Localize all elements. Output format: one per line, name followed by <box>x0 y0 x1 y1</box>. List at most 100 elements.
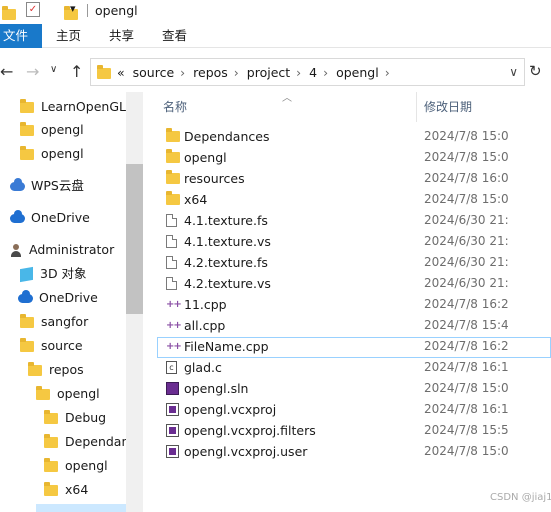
folder-icon <box>20 98 34 113</box>
sidebar-selected-item[interactable] <box>36 504 126 512</box>
tab-file[interactable]: 文件 <box>0 24 42 48</box>
list-item[interactable]: Dependances 2024/7/8 15:0 <box>157 127 551 148</box>
project-file-icon <box>166 445 179 458</box>
navigation-bar: ← → ∨ ↑ « source › repos › project › 4 › ope… <box>0 56 551 88</box>
folder-icon <box>44 481 58 496</box>
sidebar-item-opengl[interactable]: opengl <box>44 455 108 477</box>
solution-file-icon <box>166 382 179 395</box>
chevron-right-icon[interactable]: › <box>296 65 301 80</box>
list-item[interactable]: 4.2.texture.fs 2024/6/30 21: <box>157 253 551 274</box>
chevron-right-icon[interactable]: › <box>323 65 328 80</box>
c-file-icon: c <box>166 361 177 374</box>
refresh-icon[interactable]: ↻ <box>529 62 542 80</box>
quick-access-dropdown-icon[interactable]: ▾ <box>70 2 76 15</box>
sidebar-item-onedrive[interactable]: OneDrive <box>10 207 90 229</box>
list-item[interactable]: opengl.vcxproj.user 2024/7/8 15:0 <box>157 442 551 463</box>
sidebar-item-opengl[interactable]: opengl <box>36 383 100 405</box>
list-item[interactable]: resources 2024/7/8 16:0 <box>157 169 551 190</box>
address-bar[interactable]: « source › repos › project › 4 › opengl › ∨ <box>90 58 525 86</box>
project-file-icon <box>166 403 179 416</box>
project-file-icon <box>166 424 179 437</box>
ribbon: 文件 主页 共享 查看 <box>0 24 551 48</box>
tab-home[interactable]: 主页 <box>56 24 81 48</box>
file-icon <box>166 235 177 248</box>
window-title: opengl <box>95 3 138 18</box>
folder-icon <box>97 65 111 79</box>
breadcrumb-item-project[interactable]: project <box>247 65 290 80</box>
folder-icon <box>166 191 180 205</box>
file-icon <box>166 214 177 227</box>
cpp-file-icon: ++ <box>166 341 182 352</box>
title-separator <box>87 4 88 17</box>
back-icon[interactable]: ← <box>0 62 13 81</box>
breadcrumb-item-source[interactable]: source <box>133 65 175 80</box>
list-item[interactable]: x64 2024/7/8 15:0 <box>157 190 551 211</box>
folder-icon <box>36 385 50 400</box>
list-item[interactable]: ++ 11.cpp 2024/7/8 16:2 <box>157 295 551 316</box>
sidebar-item-x64[interactable]: x64 <box>44 479 88 501</box>
folder-icon <box>166 149 180 163</box>
sidebar-item-onedrive-2[interactable]: OneDrive <box>18 287 98 309</box>
navigation-pane[interactable]: LearnOpenGL-r opengl opengl WPS云盘 OneDri… <box>0 92 126 512</box>
sidebar-item-dependances[interactable]: Dependanc <box>44 431 126 453</box>
list-item[interactable]: opengl 2024/7/8 15:0 <box>157 148 551 169</box>
breadcrumb-item-4[interactable]: 4 <box>309 65 317 80</box>
forward-icon[interactable]: → <box>26 62 39 81</box>
folder-icon <box>2 5 16 20</box>
list-item[interactable]: 4.1.texture.fs 2024/6/30 21: <box>157 211 551 232</box>
tab-view[interactable]: 查看 <box>162 24 187 48</box>
folder-icon <box>44 433 58 448</box>
folder-icon <box>20 337 34 352</box>
column-divider[interactable] <box>416 92 417 122</box>
title-bar: ✓ ▾ opengl <box>0 0 551 22</box>
cpp-file-icon: ++ <box>166 320 182 331</box>
file-icon <box>166 277 177 290</box>
list-item-selected[interactable]: ++ FileName.cpp 2024/7/8 16:2 <box>157 337 551 358</box>
folder-icon <box>28 361 42 376</box>
list-item[interactable]: c glad.c 2024/7/8 16:1 <box>157 358 551 379</box>
properties-icon[interactable]: ✓ <box>26 2 40 17</box>
folder-icon <box>166 128 180 142</box>
column-header-date[interactable]: 修改日期 <box>424 92 472 122</box>
list-item[interactable]: ++ all.cpp 2024/7/8 15:4 <box>157 316 551 337</box>
sidebar-item-repos[interactable]: repos <box>28 359 84 381</box>
sidebar-item-3d-objects[interactable]: 3D 对象 <box>20 263 87 285</box>
list-item[interactable]: 4.2.texture.vs 2024/6/30 21: <box>157 274 551 295</box>
recent-locations-icon[interactable]: ∨ <box>50 64 57 75</box>
sidebar-item-opengl[interactable]: opengl <box>20 143 84 165</box>
tab-share[interactable]: 共享 <box>109 24 134 48</box>
chevron-right-icon[interactable]: › <box>180 65 185 80</box>
sidebar-item-wps-cloud[interactable]: WPS云盘 <box>10 175 84 197</box>
folder-icon <box>20 121 34 136</box>
breadcrumb: « source › repos › project › 4 › opengl › <box>117 65 394 80</box>
sidebar-item-opengl[interactable]: opengl <box>20 119 84 141</box>
list-item[interactable]: 4.1.texture.vs 2024/6/30 21: <box>157 232 551 253</box>
column-header-name[interactable]: 名称 <box>163 92 187 122</box>
chevron-right-icon[interactable]: › <box>234 65 239 80</box>
sidebar-item-debug[interactable]: Debug <box>44 407 106 429</box>
up-icon[interactable]: ↑ <box>70 62 83 81</box>
list-item[interactable]: opengl.vcxproj 2024/7/8 16:1 <box>157 400 551 421</box>
watermark: CSDN @jiaj1 <box>490 492 551 503</box>
user-icon <box>10 243 22 257</box>
address-dropdown-icon[interactable]: ∨ <box>509 65 518 79</box>
breadcrumb-item-repos[interactable]: repos <box>193 65 228 80</box>
folder-icon <box>20 145 34 160</box>
folder-icon <box>20 313 34 328</box>
sidebar-item-sangfor[interactable]: sangfor <box>20 311 88 333</box>
cloud-icon <box>18 289 33 303</box>
list-item[interactable]: opengl.sln 2024/7/8 15:0 <box>157 379 551 400</box>
cloud-icon <box>10 177 25 191</box>
folder-icon <box>44 457 58 472</box>
chevron-right-icon[interactable]: › <box>385 65 390 80</box>
sidebar-item-learnopengl[interactable]: LearnOpenGL-r <box>20 96 126 118</box>
sort-ascending-icon: ︿ <box>282 93 292 104</box>
breadcrumb-overflow[interactable]: « <box>117 65 125 80</box>
sidebar-scrollbar-thumb[interactable] <box>126 164 143 314</box>
sidebar-item-administrator[interactable]: Administrator <box>10 239 114 261</box>
folder-icon <box>44 409 58 424</box>
folder-icon <box>166 170 180 184</box>
list-item[interactable]: opengl.vcxproj.filters 2024/7/8 15:5 <box>157 421 551 442</box>
sidebar-item-source[interactable]: source <box>20 335 83 357</box>
breadcrumb-item-opengl[interactable]: opengl <box>336 65 379 80</box>
